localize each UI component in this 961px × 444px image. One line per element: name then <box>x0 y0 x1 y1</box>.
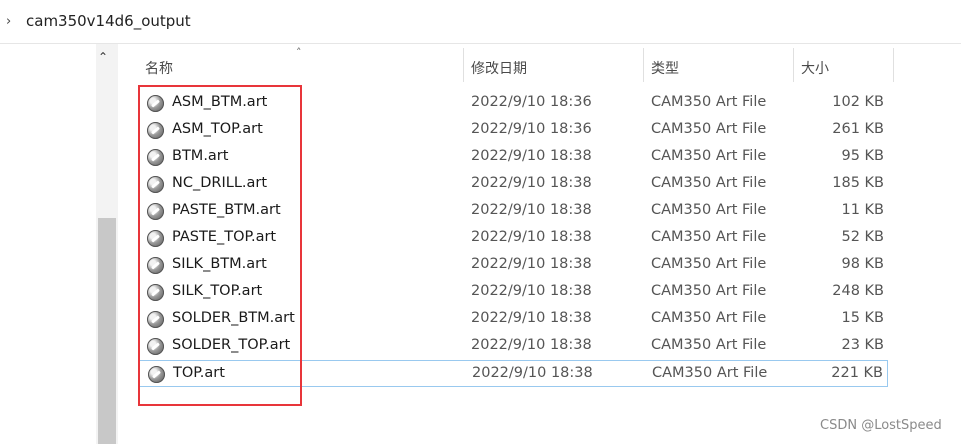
cam350-file-icon <box>147 284 164 301</box>
cam350-file-icon <box>147 311 164 328</box>
file-size: 221 KB <box>831 365 883 381</box>
file-size: 102 KB <box>832 94 884 110</box>
cam350-file-icon <box>148 366 165 383</box>
file-type: CAM350 Art File <box>651 229 767 245</box>
file-type: CAM350 Art File <box>651 94 767 110</box>
column-header-type[interactable]: 类型 <box>651 58 679 78</box>
file-modified-date: 2022/9/10 18:38 <box>472 365 593 381</box>
cam350-file-icon <box>147 230 164 247</box>
file-modified-date: 2022/9/10 18:36 <box>471 94 592 110</box>
cam350-file-icon <box>147 122 164 139</box>
file-row[interactable]: SILK_BTM.art 2022/9/10 18:38 CAM350 Art Fi… <box>138 252 888 279</box>
file-name: SILK_TOP.art <box>172 283 263 299</box>
file-size: 95 KB <box>841 148 884 164</box>
file-row[interactable]: ASM_BTM.art 2022/9/10 18:36 CAM350 Art Fil… <box>138 90 888 117</box>
column-header-date[interactable]: 修改日期 <box>471 58 527 78</box>
file-name: SILK_BTM.art <box>172 256 267 272</box>
column-header-row: 名称 修改日期 类型 大小 <box>0 44 961 84</box>
file-type: CAM350 Art File <box>651 337 767 353</box>
file-name: SOLDER_BTM.art <box>172 310 295 326</box>
file-row[interactable]: SOLDER_BTM.art 2022/9/10 18:38 CAM350 Art … <box>138 306 888 333</box>
file-row[interactable]: NC_DRILL.art 2022/9/10 18:38 CAM350 Art Fi… <box>138 171 888 198</box>
file-name: PASTE_BTM.art <box>172 202 281 218</box>
file-row[interactable]: SOLDER_TOP.art 2022/9/10 18:38 CAM350 Art … <box>138 333 888 360</box>
file-modified-date: 2022/9/10 18:38 <box>471 175 592 191</box>
file-modified-date: 2022/9/10 18:38 <box>471 337 592 353</box>
watermark: CSDN @LostSpeed <box>820 418 942 433</box>
file-modified-date: 2022/9/10 18:38 <box>471 202 592 218</box>
file-row[interactable]: BTM.art 2022/9/10 18:38 CAM350 Art File 95 … <box>138 144 888 171</box>
file-type: CAM350 Art File <box>651 121 767 137</box>
file-row[interactable]: ASM_TOP.art 2022/9/10 18:36 CAM350 Art Fil… <box>138 117 888 144</box>
file-type: CAM350 Art File <box>652 365 768 381</box>
file-size: 23 KB <box>841 337 884 353</box>
file-name: TOP.art <box>173 365 225 381</box>
file-name: BTM.art <box>172 148 229 164</box>
file-modified-date: 2022/9/10 18:38 <box>471 310 592 326</box>
file-type: CAM350 Art File <box>651 256 767 272</box>
column-divider[interactable] <box>793 48 794 82</box>
file-size: 11 KB <box>841 202 884 218</box>
column-divider[interactable] <box>463 48 464 82</box>
file-type: CAM350 Art File <box>651 175 767 191</box>
file-name: ASM_BTM.art <box>172 94 268 110</box>
column-divider[interactable] <box>643 48 644 82</box>
file-name: NC_DRILL.art <box>172 175 268 191</box>
cam350-file-icon <box>147 203 164 220</box>
column-header-size[interactable]: 大小 <box>801 58 829 78</box>
file-size: 185 KB <box>832 175 884 191</box>
cam350-file-icon <box>147 149 164 166</box>
file-type: CAM350 Art File <box>651 310 767 326</box>
chevron-right-icon[interactable]: › <box>6 14 11 29</box>
file-row[interactable]: PASTE_TOP.art 2022/9/10 18:38 CAM350 Art F… <box>138 225 888 252</box>
file-row[interactable]: SILK_TOP.art 2022/9/10 18:38 CAM350 Art Fi… <box>138 279 888 306</box>
file-size: 15 KB <box>841 310 884 326</box>
file-modified-date: 2022/9/10 18:36 <box>471 121 592 137</box>
breadcrumb-folder[interactable]: cam350v14d6_output <box>26 12 191 30</box>
file-name: PASTE_TOP.art <box>172 229 277 245</box>
file-size: 52 KB <box>841 229 884 245</box>
column-divider[interactable] <box>893 48 894 82</box>
cam350-file-icon <box>147 338 164 355</box>
file-size: 98 KB <box>841 256 884 272</box>
file-name: SOLDER_TOP.art <box>172 337 291 353</box>
sort-ascending-icon: ˄ <box>296 46 302 59</box>
file-size: 248 KB <box>832 283 884 299</box>
file-type: CAM350 Art File <box>651 283 767 299</box>
cam350-file-icon <box>147 176 164 193</box>
file-row[interactable]: TOP.art 2022/9/10 18:38 CAM350 Art File 221… <box>138 360 888 387</box>
cam350-file-icon <box>147 257 164 274</box>
file-modified-date: 2022/9/10 18:38 <box>471 148 592 164</box>
file-modified-date: 2022/9/10 18:38 <box>471 229 592 245</box>
file-size: 261 KB <box>832 121 884 137</box>
file-name: ASM_TOP.art <box>172 121 263 137</box>
breadcrumb-bar: › cam350v14d6_output <box>0 0 961 44</box>
scrollbar-thumb[interactable] <box>98 218 116 444</box>
file-row[interactable]: PASTE_BTM.art 2022/9/10 18:38 CAM350 Art F… <box>138 198 888 225</box>
file-type: CAM350 Art File <box>651 148 767 164</box>
column-header-name[interactable]: 名称 <box>145 58 173 78</box>
file-type: CAM350 Art File <box>651 202 767 218</box>
cam350-file-icon <box>147 95 164 112</box>
file-modified-date: 2022/9/10 18:38 <box>471 256 592 272</box>
file-modified-date: 2022/9/10 18:38 <box>471 283 592 299</box>
